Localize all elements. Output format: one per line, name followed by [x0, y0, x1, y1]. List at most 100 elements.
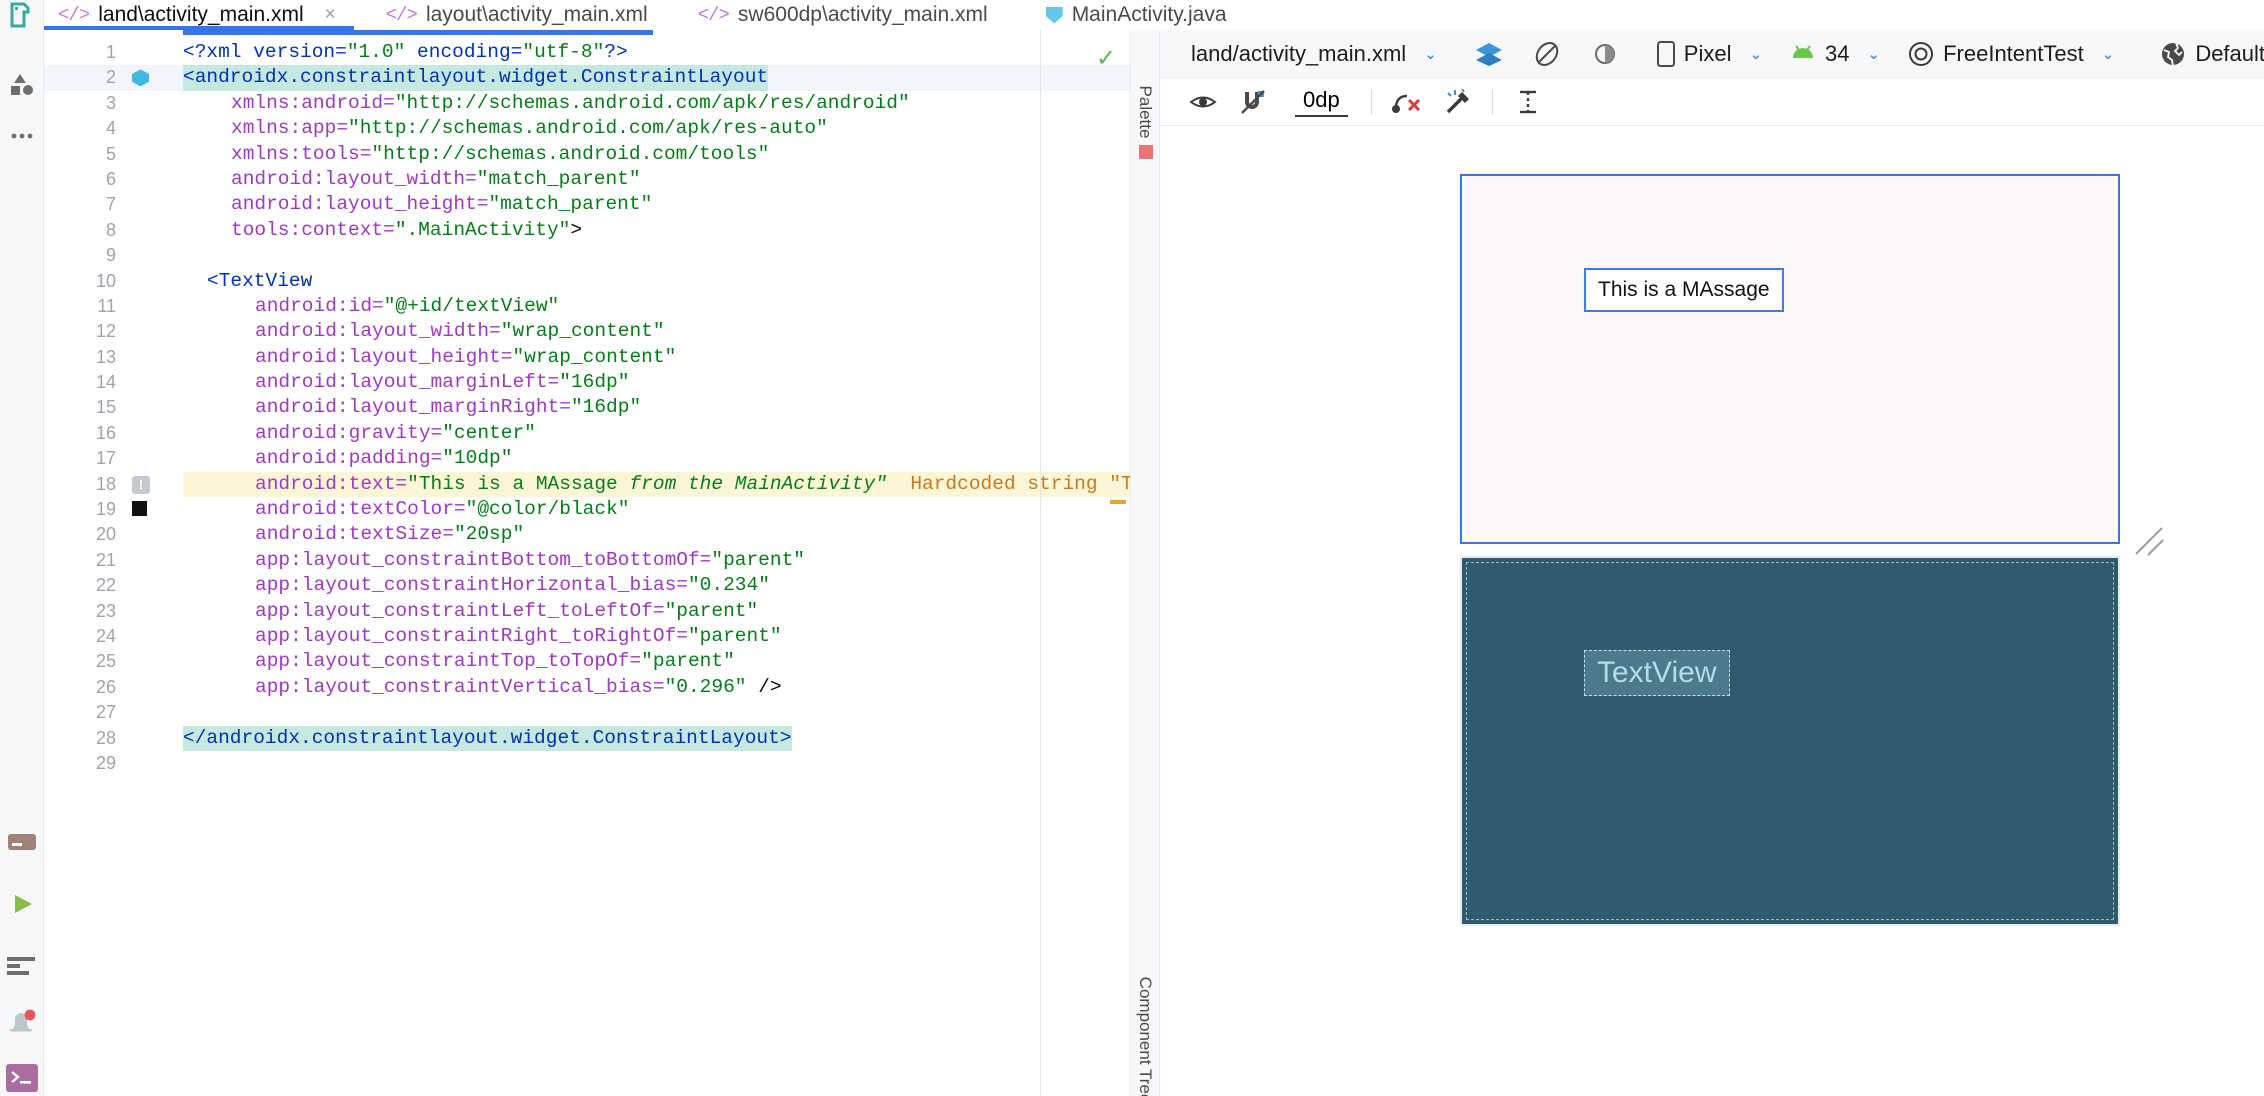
- warning-gutter-icon[interactable]: !: [132, 475, 150, 494]
- layout-design-surface: land/activity_main.xml ⌄ Pixel ⌄ 34 ⌄ Fr…: [1160, 30, 2264, 1096]
- code-line[interactable]: 15 android:layout_marginRight="16dp": [44, 395, 1130, 420]
- code-token: android:layout_width=: [255, 320, 501, 343]
- code-line[interactable]: 3 xmlns:android="http://schemas.android.c…: [44, 91, 1130, 116]
- code-line[interactable]: 6 android:layout_width="match_parent": [44, 167, 1130, 192]
- tab-land-activity-main[interactable]: </> land\activity_main.xml ×: [44, 0, 354, 30]
- xml-code-editor[interactable]: 1 <?xml version="1.0" encoding="utf-8"?> 2…: [44, 30, 1130, 1096]
- code-line[interactable]: 22 app:layout_constraintHorizontal_bias="…: [44, 573, 1130, 598]
- run-tool-icon[interactable]: [6, 888, 38, 920]
- device-label: Pixel: [1683, 40, 1732, 66]
- theme-icon[interactable]: [1590, 37, 1620, 71]
- vertical-align-icon[interactable]: [1507, 85, 1549, 119]
- code-line[interactable]: 10 <TextView: [44, 269, 1130, 294]
- preview-textview-widget[interactable]: This is a MAssage: [1584, 268, 1784, 312]
- code-text: android:id="@+id/textView": [183, 294, 559, 319]
- code-token: "16dp": [559, 371, 630, 394]
- code-line[interactable]: 20 android:textSize="20sp": [44, 522, 1130, 547]
- code-text: xmlns:android="http://schemas.android.co…: [183, 91, 910, 116]
- tab-layout-activity-main[interactable]: </> layout\activity_main.xml: [372, 0, 666, 30]
- code-line[interactable]: 19 android:textColor="@color/black": [44, 497, 1130, 522]
- left-tool-rail: [0, 0, 44, 1096]
- chevron-down-icon: ⌄: [1749, 45, 1763, 63]
- api-level-selector[interactable]: 34 ⌄: [1781, 41, 1889, 67]
- code-line[interactable]: 1 <?xml version="1.0" encoding="utf-8"?>: [44, 40, 1130, 65]
- terminal-tool-icon[interactable]: [6, 1062, 38, 1094]
- code-token: "0.234": [687, 574, 770, 597]
- java-file-icon: [1045, 6, 1063, 24]
- blueprint-preview-frame[interactable]: TextView: [1460, 556, 2120, 926]
- notifications-bell-icon[interactable]: [6, 1006, 38, 1038]
- code-line[interactable]: 7 android:layout_height="match_parent": [44, 192, 1130, 217]
- build-tool-icon[interactable]: [6, 825, 38, 857]
- code-token: android:id=: [255, 294, 384, 317]
- code-line[interactable]: 28 </androidx.constraintlayout.widget.Con…: [44, 725, 1130, 751]
- theme-circle-icon: [1909, 41, 1934, 66]
- code-text: android:textColor="@color/black": [183, 497, 629, 522]
- theme-selector[interactable]: FreeIntentTest ⌄: [1899, 41, 2123, 67]
- globe-icon: [2162, 42, 2185, 66]
- eye-visibility-icon[interactable]: [1182, 85, 1224, 119]
- canvas-resize-handle-icon[interactable]: [2132, 524, 2166, 558]
- line-number: 27: [95, 702, 116, 723]
- line-number: 26: [95, 676, 116, 697]
- editor-split-divider[interactable]: [1040, 30, 1041, 1096]
- code-line[interactable]: 13 android:layout_height="wrap_content": [44, 345, 1130, 370]
- clear-constraints-icon[interactable]: [1386, 85, 1428, 119]
- tab-mainactivity-java[interactable]: MainActivity.java: [1032, 0, 1245, 30]
- code-line[interactable]: 12 android:layout_width="wrap_content": [44, 319, 1130, 344]
- scrollbar-warning-stripe[interactable]: [1110, 500, 1126, 504]
- code-line[interactable]: 14 android:layout_marginLeft="16dp": [44, 370, 1130, 395]
- palette-panel-label[interactable]: Palette: [1135, 72, 1155, 152]
- inspection-ok-icon[interactable]: ✓: [1096, 44, 1116, 73]
- infer-constraints-icon[interactable]: [1436, 85, 1478, 119]
- code-token: from the MainActivity": [617, 472, 887, 495]
- code-line[interactable]: 9: [44, 243, 1130, 268]
- blueprint-textview-widget[interactable]: TextView: [1584, 650, 1730, 696]
- line-number: 12: [95, 321, 116, 342]
- code-token: app:layout_constraintLeft_toLeftOf=: [255, 599, 665, 622]
- editor-tab-bar: </> land\activity_main.xml × </> layout\…: [44, 0, 2264, 30]
- line-number: 23: [95, 600, 116, 621]
- code-lines-container[interactable]: 1 <?xml version="1.0" encoding="utf-8"?> 2…: [44, 40, 1130, 1096]
- code-line[interactable]: 26 app:layout_constraintVertical_bias="0.…: [44, 675, 1130, 700]
- design-toolbar-primary: land/activity_main.xml ⌄ Pixel ⌄ 34 ⌄ Fr…: [1160, 30, 2264, 78]
- code-line[interactable]: 18! android:text="This is a MAssage from …: [44, 471, 1130, 498]
- caret-gutter-marker[interactable]: [132, 501, 147, 517]
- code-line[interactable]: 11 android:id="@+id/textView": [44, 294, 1130, 319]
- tab-sw600dp-activity-main[interactable]: </> sw600dp\activity_main.xml: [684, 0, 1006, 30]
- code-token: xmlns:app=: [231, 117, 349, 140]
- device-preview-frame[interactable]: This is a MAssage: [1460, 174, 2120, 544]
- layers-icon[interactable]: [1474, 37, 1504, 71]
- code-line[interactable]: 25 app:layout_constraintTop_toTopOf="pare…: [44, 649, 1130, 674]
- locale-selector[interactable]: Default (en-us) ⌄: [2151, 41, 2264, 67]
- project-view-icon[interactable]: [6, 68, 38, 100]
- component-tree-panel-label[interactable]: Component Tree: [1135, 930, 1155, 1096]
- code-line[interactable]: 8 tools:context=".MainActivity">: [44, 218, 1130, 243]
- code-line[interactable]: 4 xmlns:app="http://schemas.android.com/a…: [44, 116, 1130, 141]
- code-line[interactable]: 16 android:gravity="center": [44, 421, 1130, 446]
- orientation-icon[interactable]: [1532, 37, 1562, 71]
- default-margin-field[interactable]: 0dp: [1286, 87, 1357, 117]
- code-line[interactable]: 17 android:padding="10dp": [44, 446, 1130, 471]
- code-line[interactable]: 29: [44, 751, 1130, 776]
- code-line[interactable]: 2 <androidx.constraintlayout.widget.Const…: [44, 65, 1130, 91]
- logcat-tool-icon[interactable]: [6, 948, 38, 980]
- code-line[interactable]: 21 app:layout_constraintBottom_toBottomOf…: [44, 548, 1130, 573]
- design-canvas[interactable]: This is a MAssage TextView: [1160, 126, 2264, 1096]
- magnet-autoconnect-icon[interactable]: [1232, 85, 1274, 119]
- code-token: </androidx.constraintlayout.widget.Const…: [183, 726, 792, 749]
- line-number: 7: [105, 194, 116, 215]
- code-line[interactable]: 27: [44, 700, 1130, 725]
- bean-class-gutter-icon[interactable]: [132, 69, 149, 87]
- file-variant-selector[interactable]: land/activity_main.xml ⌄: [1182, 41, 1446, 67]
- device-selector[interactable]: Pixel ⌄: [1648, 40, 1771, 67]
- code-line[interactable]: 24 app:layout_constraintRight_toRightOf="…: [44, 624, 1130, 649]
- code-token: android:layout_width=: [231, 167, 477, 190]
- project-structure-icon[interactable]: [6, 0, 38, 32]
- code-line[interactable]: 5 xmlns:tools="http://schemas.android.com…: [44, 142, 1130, 167]
- code-line[interactable]: 23 app:layout_constraintLeft_toLeftOf="pa…: [44, 599, 1130, 624]
- code-text: android:layout_marginLeft="16dp": [183, 370, 629, 395]
- side-tool-strip: Palette Component Tree: [1130, 30, 1160, 1096]
- code-token: "wrap_content": [500, 320, 665, 343]
- more-tool-windows-icon[interactable]: [6, 120, 38, 152]
